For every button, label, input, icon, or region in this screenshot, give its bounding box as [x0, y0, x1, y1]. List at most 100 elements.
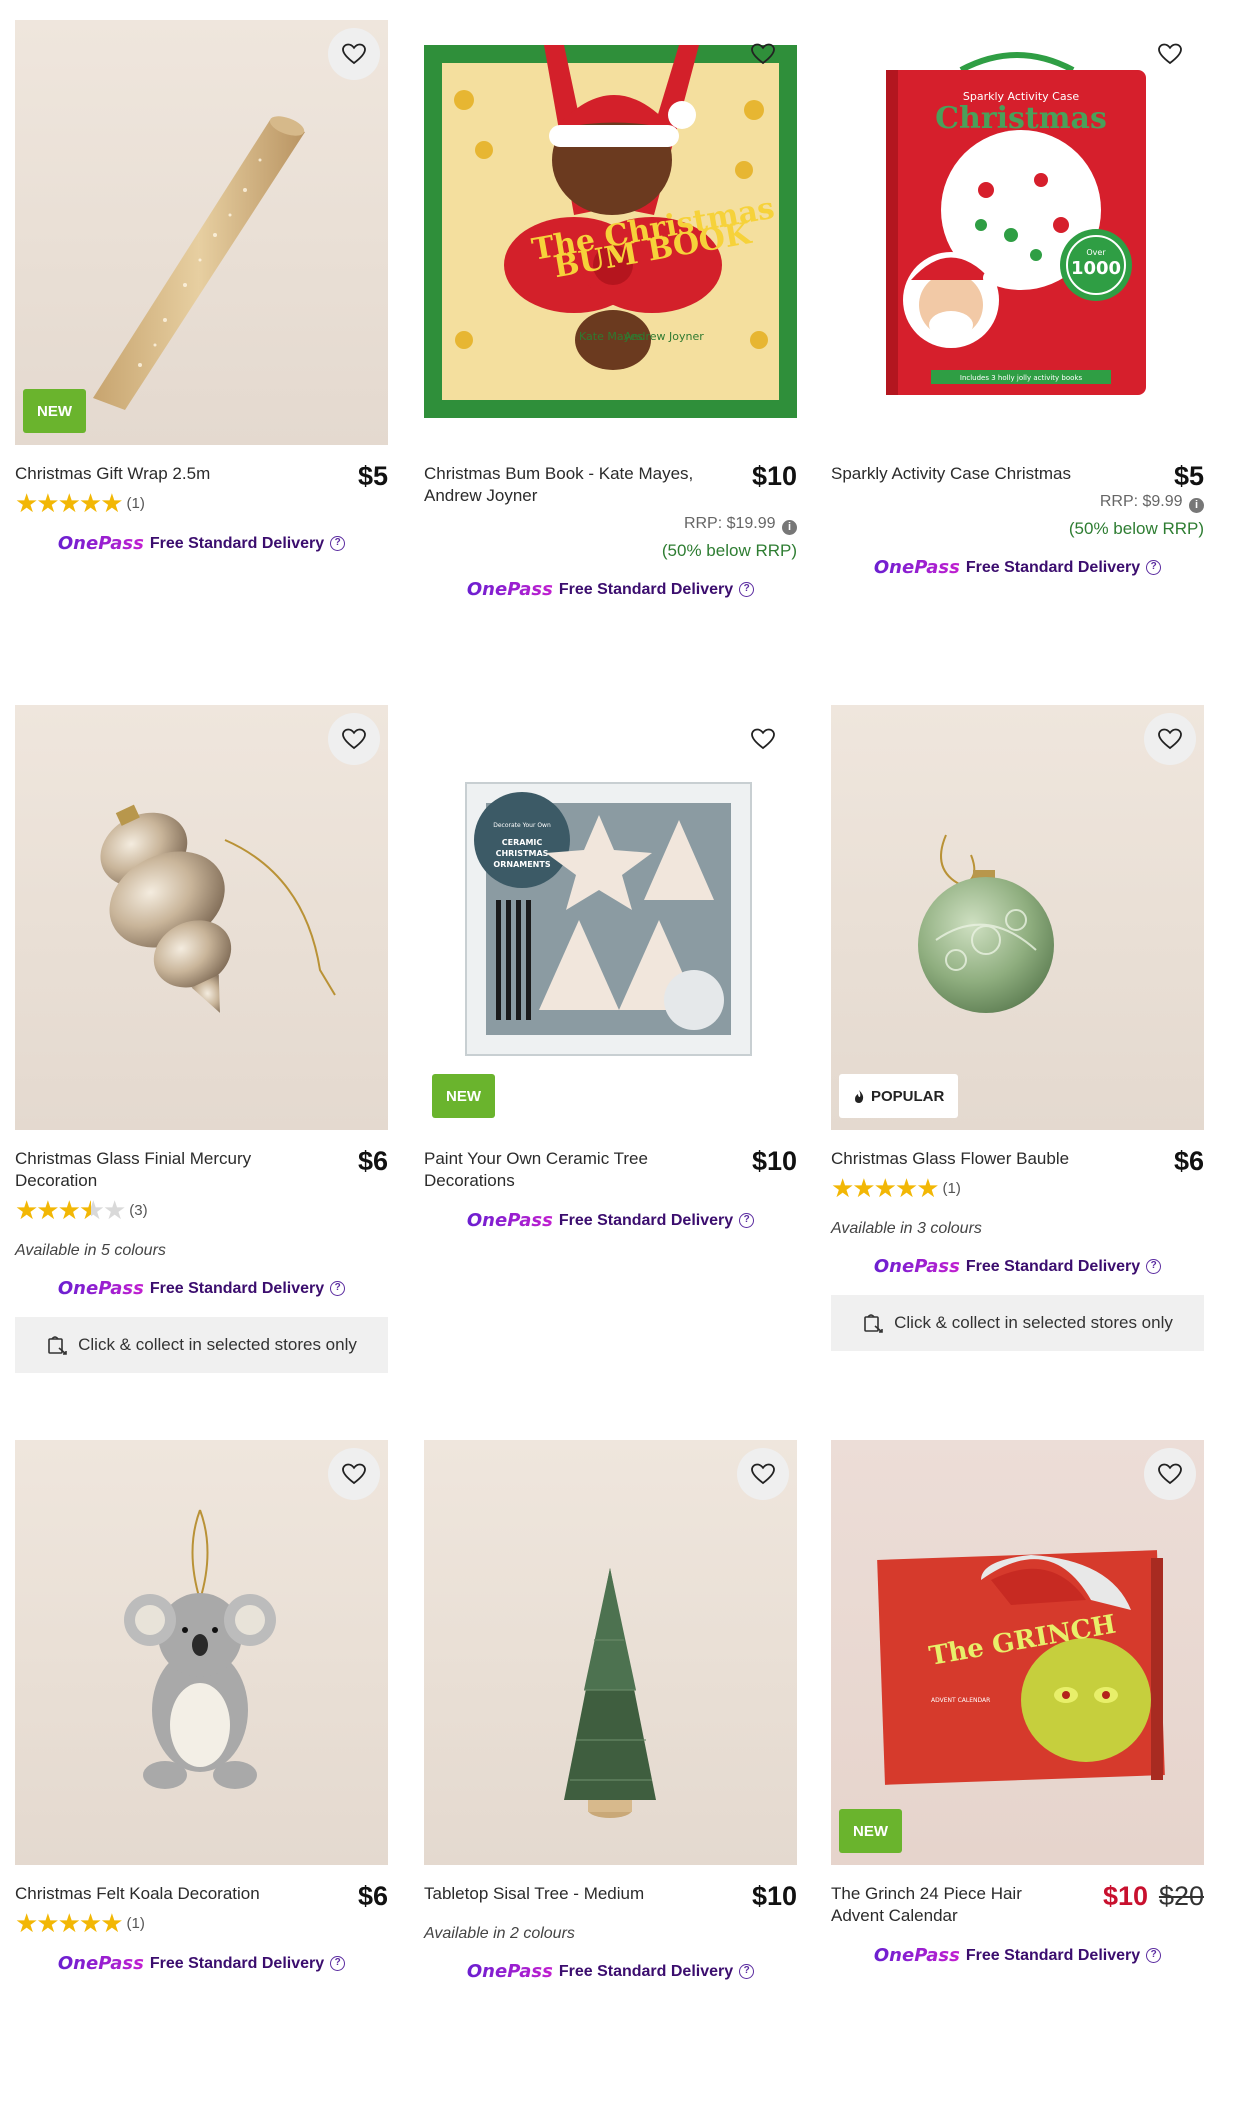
rating-count: (1)	[942, 1179, 961, 1197]
help-icon[interactable]: ?	[1146, 1948, 1162, 1963]
onepass-delivery: OnePass Free Standard Delivery ?	[424, 1961, 797, 1982]
product-image[interactable]: The Christmas BUM BOOK Kate Mayes Andrew…	[424, 20, 797, 445]
product-title[interactable]: Christmas Felt Koala Decoration	[15, 1883, 285, 1905]
sale-price: $10	[1102, 1881, 1148, 1911]
product-card[interactable]: Decorate Your Own CERAMIC CHRISTMAS ORNA…	[424, 705, 797, 1231]
store-pickup-icon	[48, 1336, 67, 1355]
heart-icon	[1158, 43, 1182, 65]
heart-icon	[342, 43, 366, 65]
product-card[interactable]: Christmas Felt Koala Decoration $6 ★★★★★…	[15, 1440, 388, 1974]
christmas-bum-book-cover-image: The Christmas BUM BOOK Kate Mayes Andrew…	[424, 45, 797, 418]
product-price: $10	[751, 1881, 797, 1911]
rrp-price: RRP: $19.99 i	[424, 515, 797, 535]
help-icon[interactable]: ?	[1146, 560, 1162, 575]
product-card[interactable]: The Christmas BUM BOOK Kate Mayes Andrew…	[424, 20, 797, 600]
product-image[interactable]: Sparkly Activity Case Christmas Over 100…	[831, 20, 1204, 445]
product-price: $5	[357, 461, 388, 491]
onepass-logo: OnePass	[466, 1210, 553, 1231]
product-rating: ★★★★★ (1)	[15, 1908, 388, 1938]
wishlist-button[interactable]	[737, 28, 789, 80]
new-badge: NEW	[432, 1074, 495, 1118]
svg-text:Andrew Joyner: Andrew Joyner	[624, 330, 704, 343]
onepass-delivery: OnePass Free Standard Delivery ?	[831, 557, 1204, 578]
product-card[interactable]: Tabletop Sisal Tree - Medium $10 Availab…	[424, 1440, 797, 1982]
product-title[interactable]: Christmas Bum Book - Kate Mayes, Andrew …	[424, 463, 694, 507]
product-image[interactable]: NEW	[15, 20, 388, 445]
help-icon[interactable]: ?	[1146, 1259, 1162, 1274]
onepass-delivery: OnePass Free Standard Delivery ?	[15, 533, 388, 554]
product-rating: ★★★★★★ (3)	[15, 1197, 388, 1223]
product-card[interactable]: POPULAR Christmas Glass Flower Bauble $6…	[831, 705, 1204, 1351]
delivery-label: Free Standard Delivery	[558, 1211, 734, 1229]
delivery-label: Free Standard Delivery	[558, 1962, 734, 1980]
product-card[interactable]: NEW Christmas Gift Wrap 2.5m $5 ★★★★★ (1…	[15, 20, 388, 554]
star-rating-icon: ★★★★★	[831, 1173, 940, 1203]
info-icon[interactable]: i	[782, 520, 797, 535]
product-card[interactable]: Christmas Glass Finial Mercury Decoratio…	[15, 705, 388, 1373]
heart-icon	[1158, 728, 1182, 750]
product-price: $6	[357, 1881, 388, 1911]
heart-icon	[751, 43, 775, 65]
onepass-logo: OnePass	[466, 579, 553, 600]
product-title[interactable]: Christmas Glass Flower Bauble	[831, 1148, 1101, 1170]
click-collect-notice: Click & collect in selected stores only	[831, 1295, 1204, 1351]
product-image[interactable]	[15, 1440, 388, 1865]
onepass-logo: OnePass	[873, 1256, 960, 1277]
product-image[interactable]	[15, 705, 388, 1130]
product-rating: ★★★★★ (1)	[831, 1173, 1204, 1203]
product-title[interactable]: Sparkly Activity Case Christmas	[831, 463, 1101, 485]
svg-text:Includes 3 holly jolly activit: Includes 3 holly jolly activity books	[960, 374, 1083, 382]
wishlist-button[interactable]	[1144, 28, 1196, 80]
rrp-price: RRP: $9.99 i	[831, 493, 1204, 513]
heart-icon	[1158, 1463, 1182, 1485]
delivery-label: Free Standard Delivery	[965, 1257, 1141, 1275]
onepass-logo: OnePass	[466, 1961, 553, 1982]
product-image[interactable]: The GRINCH ADVENT CALENDAR NEW	[831, 1440, 1204, 1865]
svg-text:ADVENT CALENDAR: ADVENT CALENDAR	[931, 1697, 990, 1704]
product-price: $10	[751, 1146, 797, 1176]
product-title[interactable]: The Grinch 24 Piece Hair Advent Calendar	[831, 1883, 1061, 1927]
product-card[interactable]: The GRINCH ADVENT CALENDAR NEW The Grinc…	[831, 1440, 1204, 1966]
help-icon[interactable]: ?	[739, 1213, 755, 1228]
help-icon[interactable]: ?	[739, 582, 755, 597]
product-title[interactable]: Paint Your Own Ceramic Tree Decorations	[424, 1148, 694, 1192]
available-colours[interactable]: Available in 3 colours	[831, 1220, 1204, 1238]
available-colours[interactable]: Available in 5 colours	[15, 1242, 388, 1260]
product-image[interactable]: POPULAR	[831, 705, 1204, 1130]
product-title[interactable]: Christmas Glass Finial Mercury Decoratio…	[15, 1148, 285, 1192]
wishlist-button[interactable]	[737, 713, 789, 765]
new-badge: NEW	[839, 1809, 902, 1853]
product-image[interactable]: Decorate Your Own CERAMIC CHRISTMAS ORNA…	[424, 705, 797, 1130]
product-image[interactable]	[424, 1440, 797, 1865]
wishlist-button[interactable]	[328, 1448, 380, 1500]
delivery-label: Free Standard Delivery	[965, 1946, 1141, 1964]
info-icon[interactable]: i	[1189, 498, 1204, 513]
wishlist-button[interactable]	[328, 28, 380, 80]
product-title[interactable]: Christmas Gift Wrap 2.5m	[15, 463, 285, 485]
grinch-advent-calendar-image: The GRINCH ADVENT CALENDAR	[877, 1550, 1165, 1785]
product-title[interactable]: Tabletop Sisal Tree - Medium	[424, 1883, 694, 1905]
heart-icon	[751, 1463, 775, 1485]
product-price: $10	[751, 461, 797, 491]
help-icon[interactable]: ?	[330, 1281, 346, 1296]
wishlist-button[interactable]	[1144, 713, 1196, 765]
wishlist-button[interactable]	[737, 1448, 789, 1500]
popular-badge: POPULAR	[839, 1074, 959, 1118]
wishlist-button[interactable]	[328, 713, 380, 765]
help-icon[interactable]: ?	[330, 536, 346, 551]
product-card[interactable]: Sparkly Activity Case Christmas Over 100…	[831, 20, 1204, 578]
rating-count: (1)	[126, 494, 145, 512]
heart-icon	[751, 728, 775, 750]
product-price: $5	[1173, 461, 1204, 491]
rating-count: (3)	[129, 1201, 148, 1219]
star-rating-icon: ★★★★★	[15, 1908, 124, 1938]
delivery-label: Free Standard Delivery	[965, 558, 1141, 576]
onepass-delivery: OnePass Free Standard Delivery ?	[424, 579, 797, 600]
available-colours[interactable]: Available in 2 colours	[424, 1925, 797, 1943]
onepass-logo: OnePass	[873, 1945, 960, 1966]
help-icon[interactable]: ?	[739, 1964, 755, 1979]
mercury-finial-ornament-image	[100, 804, 336, 1013]
onepass-delivery: OnePass Free Standard Delivery ?	[15, 1953, 388, 1974]
wishlist-button[interactable]	[1144, 1448, 1196, 1500]
help-icon[interactable]: ?	[330, 1956, 346, 1971]
